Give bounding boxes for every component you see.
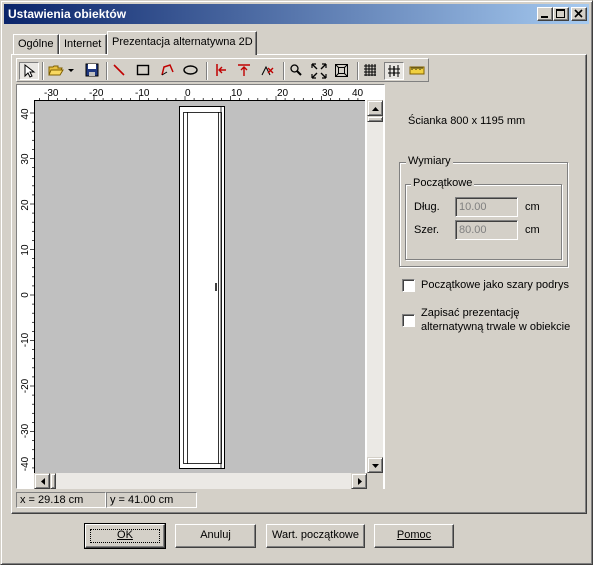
focus-ring [90,529,160,543]
defaults-label: Wart. początkowe [271,529,359,541]
maximize-button[interactable] [553,7,569,21]
title-bar[interactable]: Ustawienia obiektów [4,4,589,24]
maximize-icon [556,9,565,18]
tab-internet[interactable]: Internet [59,34,107,54]
tab-label: Internet [64,38,102,50]
tab-label: Ogólne [18,38,54,50]
help-label: Pomoc [396,529,432,541]
cancel-label: Anuluj [200,529,231,541]
minimize-icon [541,16,548,18]
defaults-button[interactable]: Wart. początkowe [266,524,365,548]
ok-button[interactable]: OK [84,523,166,549]
tab-panel [11,54,587,514]
tab-prezentacja-2d[interactable]: Prezentacja alternatywna 2D [107,31,257,55]
close-button[interactable] [571,7,587,21]
cancel-button[interactable]: Anuluj [175,524,256,548]
tab-ogolne[interactable]: Ogólne [13,34,59,54]
help-button[interactable]: Pomoc [374,524,454,548]
tab-label: Prezentacja alternatywna 2D [112,36,253,48]
minimize-button[interactable] [537,7,553,21]
close-icon [574,9,583,18]
window-title: Ustawienia obiektów [8,7,127,21]
tab-join [108,54,255,56]
dialog-window: Ustawienia obiektów Ogólne Internet Prez… [0,0,593,565]
